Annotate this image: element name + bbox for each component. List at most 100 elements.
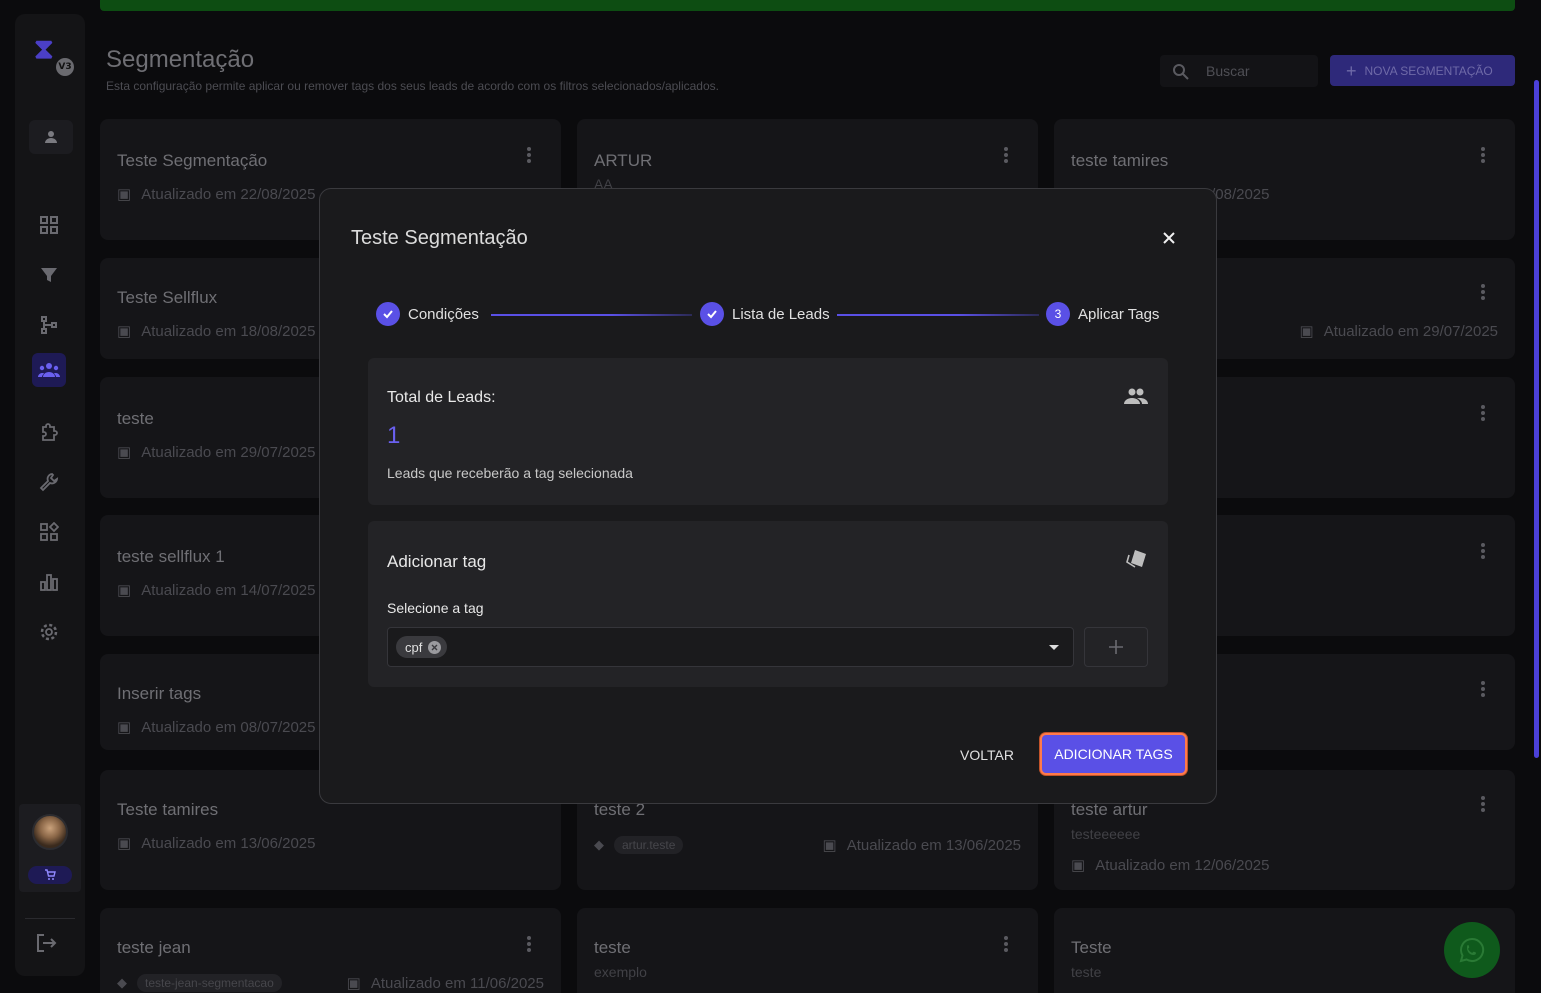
tag-select[interactable]: cpf bbox=[387, 627, 1074, 667]
total-leads-label: Total de Leads: bbox=[387, 389, 496, 406]
card-date-text: Atualizado em 22/08/2025 bbox=[141, 185, 316, 203]
cart-icon bbox=[45, 869, 56, 880]
search-input[interactable] bbox=[1206, 61, 1306, 81]
card-title: teste tamires bbox=[1071, 151, 1169, 170]
card-menu-button[interactable] bbox=[1481, 681, 1485, 697]
card-tag-label: artur.teste bbox=[614, 836, 684, 854]
plus-icon bbox=[1109, 640, 1123, 654]
user-menu[interactable] bbox=[29, 120, 73, 154]
chevron-down-icon[interactable] bbox=[1049, 645, 1059, 650]
search-icon bbox=[1173, 64, 1189, 80]
segmentation-card[interactable]: teste jean ◆ teste-jean-segmentacao ▣ Atua… bbox=[100, 908, 561, 993]
card-menu-button[interactable] bbox=[1481, 405, 1485, 421]
card-date: ▣ Atualizado em 22/08/2025 bbox=[117, 185, 316, 204]
tag-chip-label: cpf bbox=[405, 639, 423, 655]
add-tag-button[interactable] bbox=[1084, 627, 1148, 667]
remove-tag-icon[interactable] bbox=[428, 640, 442, 654]
card-date-text: Atualizado em 08/07/2025 bbox=[141, 718, 316, 736]
card-date: ▣ Atualizado em 13/06/2025 bbox=[117, 834, 315, 853]
card-tag: ◆ artur.teste bbox=[594, 836, 684, 854]
avatar[interactable] bbox=[32, 814, 68, 850]
card-date-text: Atualizado em 11/06/2025 bbox=[370, 974, 544, 992]
check-icon bbox=[376, 302, 400, 326]
card-date: ▣ Atualizado em 08/07/2025 bbox=[117, 718, 316, 737]
sidebar-item-tools[interactable] bbox=[32, 465, 66, 499]
plus-icon: + bbox=[1346, 60, 1357, 81]
sidebar-item-funnel[interactable] bbox=[32, 258, 66, 292]
modal-title: Teste Segmentação bbox=[351, 227, 528, 249]
tag-icon: ◆ bbox=[117, 975, 127, 990]
sidebar-item-apps[interactable] bbox=[32, 515, 66, 549]
segmentation-icon bbox=[38, 363, 60, 377]
total-leads-description: Leads que receberão a tag selecionada bbox=[387, 465, 633, 481]
card-date: ▣ Atualizado em 14/07/2025 bbox=[117, 581, 316, 600]
add-tag-title: Adicionar tag bbox=[387, 552, 487, 571]
search-box[interactable] bbox=[1160, 55, 1318, 87]
flow-icon bbox=[41, 316, 57, 334]
card-menu-button[interactable] bbox=[1481, 796, 1485, 812]
card-menu-button[interactable] bbox=[1004, 147, 1008, 163]
sidebar-item-flow[interactable] bbox=[32, 308, 66, 342]
step-connector bbox=[491, 314, 692, 316]
card-date: ▣ Atualizado em 13/06/2025 bbox=[823, 836, 1021, 855]
puzzle-icon bbox=[42, 423, 58, 441]
app-logo[interactable]: ⧗ V3 bbox=[34, 32, 74, 84]
profile-card[interactable] bbox=[19, 804, 81, 892]
card-date-text: Atualizado em 14/07/2025 bbox=[141, 581, 316, 599]
page-scrollbar[interactable] bbox=[1534, 80, 1539, 758]
close-icon bbox=[1163, 232, 1175, 244]
sidebar-item-reports[interactable] bbox=[32, 565, 66, 599]
segmentation-card[interactable]: teste exemplo bbox=[577, 908, 1038, 993]
card-tag-label: teste-jean-segmentacao bbox=[137, 974, 282, 992]
step-conditions[interactable]: Condições bbox=[376, 302, 479, 326]
step-lead-list[interactable]: Lista de Leads bbox=[700, 302, 830, 326]
tag-chip[interactable]: cpf bbox=[396, 636, 448, 658]
sidebar-item-integrations[interactable] bbox=[32, 416, 66, 450]
card-menu-button[interactable] bbox=[1004, 936, 1008, 952]
apply-tags-button[interactable]: ADICIONAR TAGS bbox=[1040, 733, 1187, 775]
card-date: ▣ Atualizado em 29/07/2025 bbox=[1299, 322, 1498, 341]
calendar-icon: ▣ bbox=[1299, 323, 1314, 340]
logout-button[interactable] bbox=[35, 932, 57, 958]
dashboard-icon bbox=[40, 216, 58, 234]
card-tag: ◆ teste-jean-segmentacao bbox=[117, 974, 282, 992]
whatsapp-button[interactable] bbox=[1444, 922, 1500, 978]
step-label: Lista de Leads bbox=[732, 305, 830, 323]
new-segmentation-button[interactable]: + NOVA SEGMENTAÇÃO bbox=[1330, 55, 1515, 86]
sidebar: ⧗ V3 bbox=[15, 14, 85, 976]
sidebar-item-dashboard[interactable] bbox=[32, 208, 66, 242]
logout-icon bbox=[37, 934, 57, 952]
card-title: ARTUR bbox=[594, 151, 653, 170]
stepper: Condições Lista de Leads 3 Aplicar Tags bbox=[376, 302, 1166, 328]
close-button[interactable] bbox=[1156, 225, 1182, 251]
card-date: ▣ Atualizado em 29/07/2025 bbox=[117, 443, 315, 462]
card-menu-button[interactable] bbox=[527, 936, 531, 952]
calendar-icon: ▣ bbox=[117, 186, 132, 203]
page-subtitle: Esta configuração permite aplicar ou rem… bbox=[106, 79, 719, 93]
card-menu-button[interactable] bbox=[1481, 284, 1485, 300]
sidebar-divider bbox=[25, 918, 75, 919]
card-menu-button[interactable] bbox=[527, 147, 531, 163]
step-label: Aplicar Tags bbox=[1078, 305, 1160, 323]
sidebar-item-settings[interactable] bbox=[32, 615, 66, 649]
step-apply-tags[interactable]: 3 Aplicar Tags bbox=[1046, 302, 1159, 326]
card-menu-button[interactable] bbox=[1481, 543, 1485, 559]
card-title: teste jean bbox=[117, 938, 191, 957]
whatsapp-icon bbox=[1459, 937, 1485, 963]
hourglass-icon: ⧗ bbox=[34, 32, 54, 65]
calendar-icon: ▣ bbox=[1071, 857, 1086, 874]
version-badge: V3 bbox=[56, 58, 74, 76]
calendar-icon: ▣ bbox=[117, 719, 132, 736]
segmentation-modal: Teste Segmentação Condições Lista de Lea… bbox=[319, 188, 1217, 804]
sidebar-item-segmentation[interactable] bbox=[32, 353, 66, 387]
step-label: Condições bbox=[408, 305, 479, 323]
cart-button[interactable] bbox=[28, 866, 72, 884]
card-date-text: Atualizado em 29/07/2025 bbox=[1323, 322, 1498, 340]
apps-icon bbox=[40, 522, 59, 541]
card-menu-button[interactable] bbox=[1481, 147, 1485, 163]
calendar-icon: ▣ bbox=[117, 582, 132, 599]
calendar-icon: ▣ bbox=[346, 975, 361, 992]
total-leads-count: 1 bbox=[387, 422, 401, 449]
card-title: teste bbox=[594, 938, 631, 957]
back-button[interactable]: VOLTAR bbox=[960, 741, 1014, 769]
